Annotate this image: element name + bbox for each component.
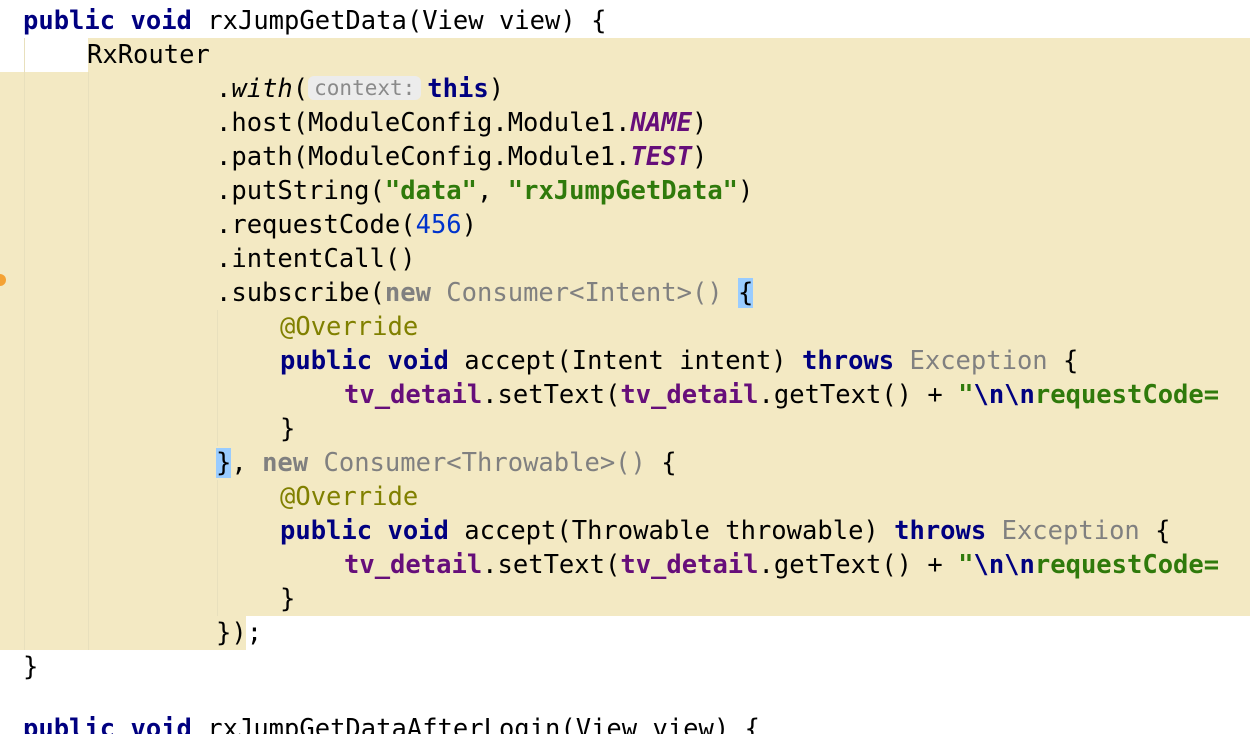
code-highlight-bottom — [0, 616, 246, 650]
code-line-8: .intentCall() — [216, 242, 416, 276]
type-name: Exception — [986, 516, 1140, 546]
annotation: @Override — [280, 482, 419, 512]
keyword: new — [384, 278, 431, 308]
method-name: with — [231, 74, 293, 104]
code-highlight-top — [88, 38, 1250, 72]
indent-guide — [24, 38, 25, 650]
string-literal: " — [958, 550, 974, 580]
brace: } — [280, 584, 296, 614]
keyword: void — [130, 6, 192, 36]
brace: } — [280, 414, 296, 444]
indent-guide — [88, 72, 89, 650]
paren: ) — [738, 176, 754, 206]
code-line-13: } — [280, 412, 295, 446]
code-line-7: .requestCode(456) — [216, 208, 477, 242]
method-signature: rxJumpGetData(View view) { — [207, 6, 607, 36]
keyword: public — [23, 714, 116, 734]
field: tv_detail — [344, 550, 483, 580]
class-name: RxRouter — [87, 40, 210, 70]
code-text: .setText( — [482, 380, 621, 410]
code-text: .intentCall() — [216, 244, 416, 274]
code-line-12: tv_detail.setText(tv_detail.getText() + … — [344, 378, 1219, 412]
escape-sequence: \n\n — [973, 380, 1035, 410]
code-line-9: .subscribe(new Consumer<Intent>() { — [216, 276, 754, 310]
escape-sequence: \n\n — [973, 550, 1035, 580]
brace: } — [23, 652, 39, 682]
code-text: { — [1047, 346, 1079, 376]
code-text: , — [231, 448, 263, 478]
string-literal: "data" — [384, 176, 478, 206]
code-line-10: @Override — [280, 310, 418, 344]
keyword: public — [280, 516, 373, 546]
keyword: void — [130, 714, 192, 734]
code-text: { — [1139, 516, 1171, 546]
code-text: .setText( — [482, 550, 621, 580]
code-text: , — [477, 176, 508, 206]
code-line-4: .host(ModuleConfig.Module1.NAME) — [216, 106, 707, 140]
paren: ) — [488, 74, 505, 104]
keyword: public — [280, 346, 373, 376]
code-line-18: } — [280, 582, 295, 616]
string-literal: " — [958, 380, 974, 410]
type-name: Consumer<Throwable>() — [308, 448, 646, 478]
code-text: accept(Throwable throwable) — [448, 516, 895, 546]
code-text: .getText() + — [758, 380, 959, 410]
code-line-3: .with(context: this) — [216, 72, 504, 106]
code-text: }); — [216, 618, 263, 648]
paren: ) — [691, 142, 708, 172]
code-line-1: public void rxJumpGetData(View view) { — [23, 4, 606, 38]
matched-brace: { — [738, 278, 754, 308]
paren: ) — [461, 210, 478, 240]
code-text: { — [645, 448, 677, 478]
string-literal: "rxJumpGetData" — [507, 176, 739, 206]
code-line-22: public void rxJumpGetDataAfterLogin(View… — [23, 712, 760, 734]
code-text: .subscribe( — [216, 278, 385, 308]
code-line-19: }); — [216, 616, 262, 650]
constant: NAME — [630, 108, 692, 138]
keyword: void — [387, 346, 449, 376]
string-literal: requestCode= — [1034, 380, 1220, 410]
code-line-14: }, new Consumer<Throwable>() { — [216, 446, 677, 480]
parameter-hint: context: — [308, 76, 422, 100]
matched-brace: } — [216, 448, 232, 478]
code-text: .requestCode( — [216, 210, 416, 240]
code-line-15: @Override — [280, 480, 418, 514]
code-text: .getText() + — [758, 550, 959, 580]
code-editor[interactable]: public void rxJumpGetData(View view) { R… — [0, 0, 1250, 734]
keyword: throws — [894, 516, 987, 546]
code-line-5: .path(ModuleConfig.Module1.TEST) — [216, 140, 707, 174]
code-line-16: public void accept(Throwable throwable) … — [280, 514, 1171, 548]
code-line-11: public void accept(Intent intent) throws… — [280, 344, 1078, 378]
code-line-2: RxRouter — [87, 38, 210, 72]
type-name: Consumer<Intent>() — [430, 278, 723, 308]
keyword: new — [262, 448, 309, 478]
field: tv_detail — [344, 380, 483, 410]
method-signature: rxJumpGetDataAfterLogin(View view) { — [207, 714, 760, 734]
type-name: Exception — [894, 346, 1048, 376]
annotation: @Override — [280, 312, 419, 342]
paren: ( — [292, 74, 309, 104]
field: tv_detail — [620, 550, 759, 580]
field: tv_detail — [620, 380, 759, 410]
constant: TEST — [630, 142, 692, 172]
dot: . — [216, 74, 232, 104]
code-text: .path(ModuleConfig.Module1. — [216, 142, 631, 172]
code-text: .putString( — [216, 176, 385, 206]
indent-guide — [217, 310, 218, 446]
keyword: public — [23, 6, 116, 36]
code-line-20: } — [23, 650, 38, 684]
code-line-17: tv_detail.setText(tv_detail.getText() + … — [344, 548, 1219, 582]
string-literal: requestCode= — [1034, 550, 1220, 580]
code-text: .host(ModuleConfig.Module1. — [216, 108, 631, 138]
keyword: void — [387, 516, 449, 546]
indent-guide — [217, 480, 218, 616]
number-literal: 456 — [415, 210, 462, 240]
keyword: throws — [802, 346, 895, 376]
code-line-6: .putString("data", "rxJumpGetData") — [216, 174, 753, 208]
keyword: this — [427, 74, 489, 104]
paren: ) — [691, 108, 708, 138]
code-text: accept(Intent intent) — [448, 346, 803, 376]
